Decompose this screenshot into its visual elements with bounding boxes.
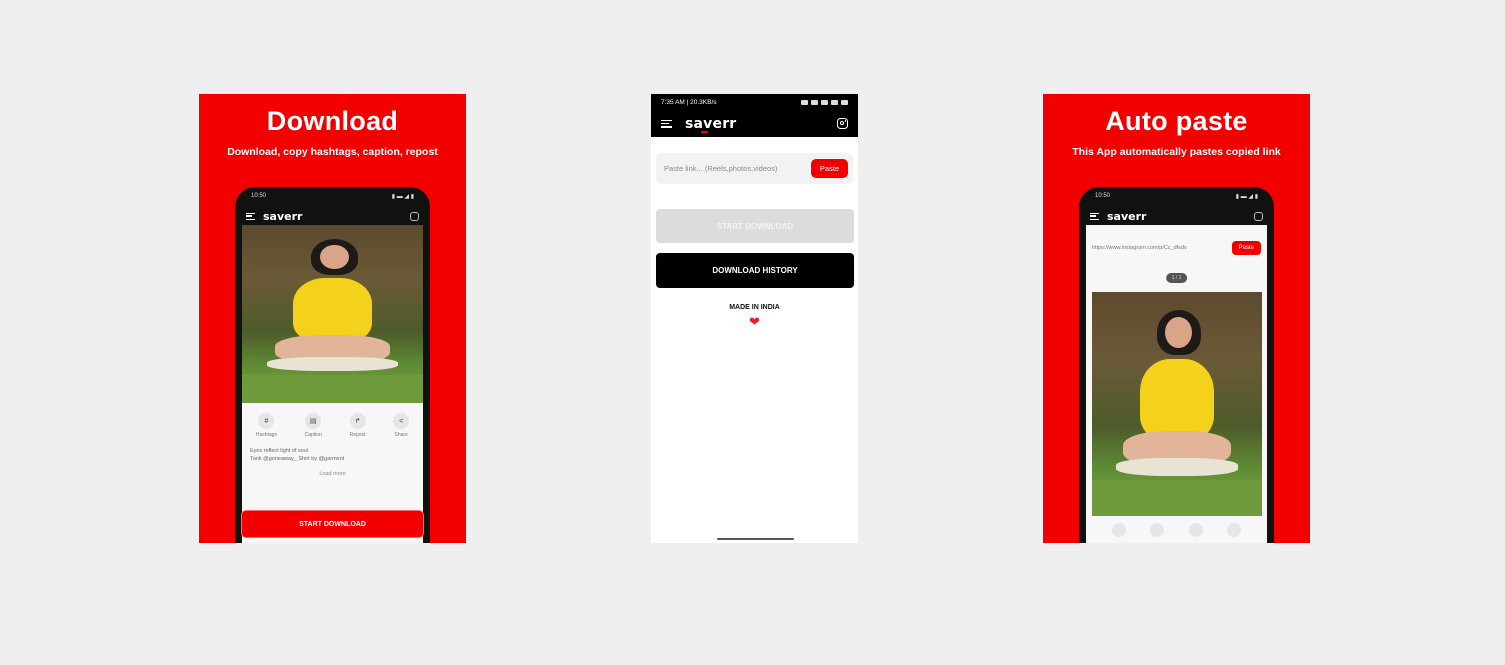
mock-media-counter: 1 / 1 xyxy=(1165,273,1188,283)
mock-time: 10:50 xyxy=(251,193,267,199)
repost-icon: ↱ xyxy=(349,413,366,429)
mock-status-icons: ▮ ▬ ◢ ▮ xyxy=(1235,194,1258,200)
mock-app-bar: saverr xyxy=(1086,207,1267,225)
status-icons xyxy=(801,99,848,105)
promo-subtitle: This App automatically pastes copied lin… xyxy=(1072,146,1281,158)
menu-icon[interactable] xyxy=(661,119,672,128)
status-bar: 7:35 AM | 20.3KB/s xyxy=(651,94,858,110)
promo-title: Auto paste xyxy=(1105,106,1248,136)
made-in-india-label: MADE IN INDIA xyxy=(729,304,780,311)
status-time: 7:35 AM | 20.3KB/s xyxy=(661,98,717,106)
menu-icon xyxy=(246,212,255,220)
start-download-button[interactable]: START DOWNLOAD xyxy=(656,209,854,243)
post-photo xyxy=(242,225,423,403)
mock-status-bar: 10:50 ▮ ▬ ◢ ▮ xyxy=(1095,193,1258,203)
mock-load-more: Load more xyxy=(319,471,346,477)
action-icon xyxy=(1226,523,1241,537)
mock-app-logo: saverr xyxy=(1107,209,1147,223)
paste-button[interactable]: Paste xyxy=(811,159,848,178)
mock-action-row: # Hashtags ▤ Caption ↱ Repost < Share xyxy=(242,413,423,438)
mock-url-text: https://www.instagram.com/p/Cc_dfsdv xyxy=(1092,245,1187,251)
logo-accent xyxy=(701,130,708,133)
repost-action: ↱ Repost xyxy=(349,413,366,438)
instagram-icon xyxy=(1254,211,1263,221)
home-indicator[interactable] xyxy=(717,538,794,540)
hashtag-icon: # xyxy=(258,413,275,429)
mock-status-icons: ▮ ▬ ◢ ▮ xyxy=(391,194,414,200)
mock-screen: # Hashtags ▤ Caption ↱ Repost < Share Ey… xyxy=(242,225,423,543)
mock-paste-button: Paste xyxy=(1231,241,1261,255)
action-icon xyxy=(1150,523,1165,537)
paste-link-input[interactable] xyxy=(662,163,811,174)
mock-action-row xyxy=(1086,523,1267,537)
caption-action: ▤ Caption xyxy=(305,413,322,438)
phone-mockup: 10:50 ▮ ▬ ◢ ▮ saverr https://www.instagr… xyxy=(1079,187,1274,543)
mock-app-bar: saverr xyxy=(242,207,423,225)
promo-card-auto-paste: Auto paste This App automatically pastes… xyxy=(1043,94,1310,543)
menu-icon xyxy=(1090,212,1099,220)
hashtags-action: # Hashtags xyxy=(256,413,277,438)
phone-mockup: 10:50 ▮ ▬ ◢ ▮ saverr # Hashtags ▤ Captio… xyxy=(235,187,430,543)
promo-title: Download xyxy=(266,106,399,136)
caption-icon: ▤ xyxy=(305,413,322,429)
share-action: < Share xyxy=(393,413,410,438)
app-bar: saverr xyxy=(651,110,858,137)
instagram-icon[interactable] xyxy=(837,118,848,129)
action-icon xyxy=(1112,523,1127,537)
post-photo xyxy=(1092,292,1262,516)
mock-screen: https://www.instagram.com/p/Cc_dfsdv Pas… xyxy=(1086,225,1267,543)
promo-subtitle: Download, copy hashtags, caption, repost xyxy=(227,146,438,158)
heart-icon: ❤ xyxy=(749,314,760,329)
mock-start-download-button: START DOWNLOAD xyxy=(241,510,424,538)
action-icon xyxy=(1188,523,1203,537)
share-icon: < xyxy=(393,413,410,429)
app-logo: saverr xyxy=(685,115,737,133)
app-screen: 7:35 AM | 20.3KB/s saverr Paste START DO… xyxy=(651,94,858,543)
paste-link-bar: Paste xyxy=(656,153,853,184)
mock-status-bar: 10:50 ▮ ▬ ◢ ▮ xyxy=(251,193,414,203)
mock-app-logo: saverr xyxy=(263,209,303,223)
download-history-button[interactable]: DOWNLOAD HISTORY xyxy=(656,253,854,288)
mock-paste-row: https://www.instagram.com/p/Cc_dfsdv Pas… xyxy=(1092,239,1261,257)
instagram-icon xyxy=(410,211,419,221)
mock-time: 10:50 xyxy=(1095,193,1111,199)
promo-card-download: Download Download, copy hashtags, captio… xyxy=(199,94,466,543)
mock-caption: Eyes reflect light of soul Tank @goneawa… xyxy=(250,448,345,462)
